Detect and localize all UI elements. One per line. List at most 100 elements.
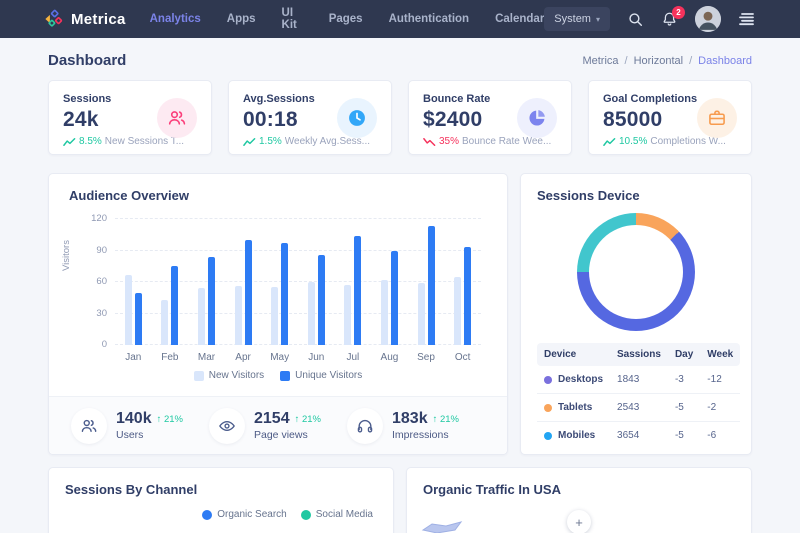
breadcrumb-item-dashboard[interactable]: Dashboard xyxy=(698,55,752,67)
x-tick-label: Sep xyxy=(408,352,445,363)
page-title: Dashboard xyxy=(48,52,126,69)
bar-plot-area: 0306090120 xyxy=(115,219,481,345)
y-tick-label: 120 xyxy=(81,213,107,224)
metrica-logo-icon xyxy=(44,9,64,29)
bar-new-visitors xyxy=(308,282,315,345)
legend-item-social-media[interactable]: Social Media xyxy=(301,509,373,520)
search-icon[interactable] xyxy=(627,11,644,28)
trend-percent: 10.5% xyxy=(619,136,647,147)
x-tick-label: Mar xyxy=(188,352,225,363)
breadcrumb-item-metrica[interactable]: Metrica xyxy=(582,55,618,67)
donut-hole xyxy=(589,225,683,319)
device-dot xyxy=(544,432,552,440)
nav-item-analytics[interactable]: Analytics xyxy=(150,13,201,25)
bar-new-visitors xyxy=(381,280,388,345)
bar-new-visitors xyxy=(454,277,461,345)
breadcrumb-item-horizontal[interactable]: Horizontal xyxy=(634,55,684,67)
map-zoom-in-button[interactable]: + xyxy=(567,510,591,533)
bar-new-visitors xyxy=(198,288,205,345)
sessions-device-title: Sessions Device xyxy=(537,188,735,203)
bar-group-oct xyxy=(444,219,481,345)
bar-group-jun xyxy=(298,219,335,345)
system-dropdown[interactable]: System ▾ xyxy=(544,7,610,31)
stat-card-goal-completions: Goal Completions 85000 10.5% Completions… xyxy=(588,80,752,155)
breadcrumb-separator: / xyxy=(625,55,628,67)
footer-stat-page-views: 2154 ↑ 21% Page views xyxy=(209,408,347,444)
trend-percent: 35% xyxy=(439,136,459,147)
organic-traffic-title: Organic Traffic In USA xyxy=(423,482,735,497)
x-tick-label: Apr xyxy=(225,352,262,363)
device-dot xyxy=(544,376,552,384)
users-icon xyxy=(71,408,107,444)
x-tick-label: Jun xyxy=(298,352,335,363)
bar-group-sep xyxy=(408,219,445,345)
footer-stat-value: 140k xyxy=(116,410,152,428)
bar-new-visitors xyxy=(271,287,278,345)
footer-stat-impressions: 183k ↑ 21% Impressions xyxy=(347,408,485,444)
bar-new-visitors xyxy=(344,285,351,345)
footer-stat-label: Impressions xyxy=(392,429,459,441)
bar-new-visitors xyxy=(161,300,168,345)
trend-percent: 8.5% xyxy=(79,136,102,147)
trend-down-icon xyxy=(423,137,436,147)
eye-icon xyxy=(209,408,245,444)
legend-item-organic-search[interactable]: Organic Search xyxy=(202,509,286,520)
user-avatar[interactable] xyxy=(695,6,721,32)
notifications-bell-icon[interactable]: 2 xyxy=(661,11,678,28)
bar-group-jul xyxy=(335,219,372,345)
audience-overview-card: Audience Overview Visitors 0306090120 xyxy=(48,173,508,455)
nav-item-authentication[interactable]: Authentication xyxy=(389,13,470,25)
legend-item-new-visitors[interactable]: New Visitors xyxy=(194,370,264,381)
sessions-device-card: Sessions Device DeviceSassionsDayWeek De… xyxy=(520,173,752,455)
device-table-header: DeviceSassionsDayWeek xyxy=(537,343,740,366)
device-table-header-day: Day xyxy=(668,343,700,366)
legend-item-unique-visitors[interactable]: Unique Visitors xyxy=(280,370,362,381)
pie-chart-icon xyxy=(517,98,557,138)
trend-up-icon xyxy=(603,137,616,147)
nav-item-ui-kit[interactable]: UI Kit xyxy=(282,7,303,31)
clock-icon xyxy=(337,98,377,138)
nav-item-pages[interactable]: Pages xyxy=(329,13,363,25)
breadcrumb-separator: / xyxy=(689,55,692,67)
x-tick-label: Jul xyxy=(335,352,372,363)
brand[interactable]: Metrica xyxy=(44,9,126,29)
device-table-header-week: Week xyxy=(700,343,740,366)
stat-card-bounce-rate: Bounce Rate $2400 35% Bounce Rate Wee... xyxy=(408,80,572,155)
table-row-mobiles: Mobiles 3654 -5 -6 xyxy=(537,422,740,450)
usa-map-fragment xyxy=(421,520,463,533)
stat-card-sessions: Sessions 24k 8.5% New Sessions T... xyxy=(48,80,212,155)
y-tick-label: 30 xyxy=(81,308,107,319)
sessions-by-channel-title: Sessions By Channel xyxy=(65,482,377,497)
footer-stat-value: 2154 xyxy=(254,410,290,428)
main-nav: Analytics Apps UI Kit Pages Authentication Ca… xyxy=(150,7,545,31)
footer-stat-change: ↑ 21% xyxy=(295,414,321,425)
page-head: Dashboard Metrica / Horizontal / Dashboard xyxy=(48,38,752,80)
notification-badge: 2 xyxy=(672,6,685,19)
x-tick-label: Oct xyxy=(444,352,481,363)
chart-legend: New Visitors Unique Visitors xyxy=(69,370,487,381)
footer-stat-change: ↑ 21% xyxy=(157,414,183,425)
nav-item-calendar[interactable]: Calendar xyxy=(495,13,544,25)
device-dot xyxy=(544,404,552,412)
bar-unique-visitors xyxy=(318,255,325,345)
bar-new-visitors xyxy=(418,283,425,345)
brand-name: Metrica xyxy=(71,11,126,28)
topbar-actions: System ▾ 2 xyxy=(544,6,756,32)
bar-group-mar xyxy=(188,219,225,345)
bar-group-feb xyxy=(152,219,189,345)
footer-stat-users: 140k ↑ 21% Users xyxy=(71,408,209,444)
bar-unique-visitors xyxy=(171,266,178,345)
menu-toggle-icon[interactable] xyxy=(738,12,756,26)
y-axis-title: Visitors xyxy=(61,240,72,271)
nav-item-apps[interactable]: Apps xyxy=(227,13,256,25)
audience-overview-title: Audience Overview xyxy=(69,188,487,203)
stats-row: Sessions 24k 8.5% New Sessions T... Avg.… xyxy=(48,80,752,155)
bar-unique-visitors xyxy=(281,243,288,345)
trend-text: New Sessions T... xyxy=(105,136,184,147)
donut-chart xyxy=(577,213,695,331)
bar-group-aug xyxy=(371,219,408,345)
headphones-icon xyxy=(347,408,383,444)
bar-unique-visitors xyxy=(354,236,361,345)
bar-new-visitors xyxy=(235,286,242,345)
device-table-header-sassions: Sassions xyxy=(610,343,668,366)
